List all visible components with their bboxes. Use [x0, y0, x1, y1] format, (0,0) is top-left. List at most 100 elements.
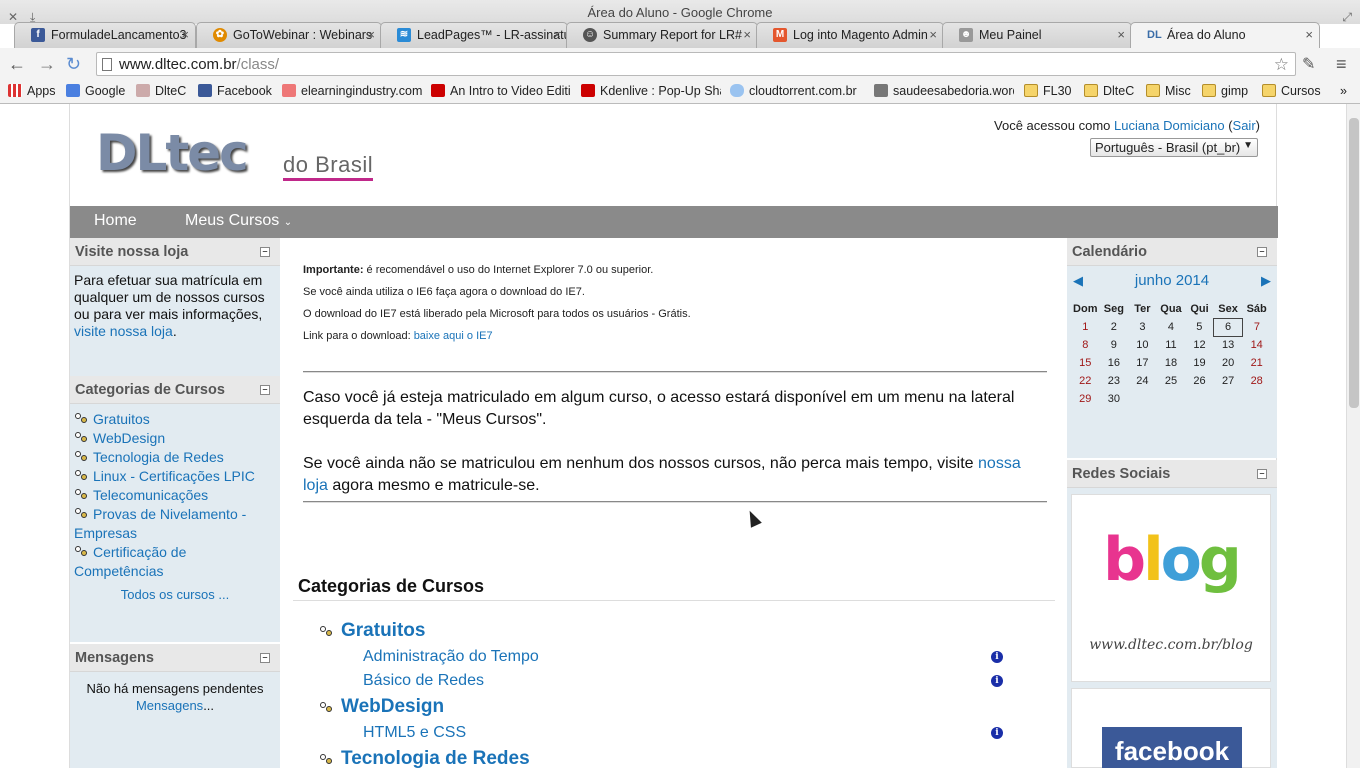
category-gratuitos[interactable]: Gratuitos	[320, 620, 425, 642]
close-tab-icon[interactable]: ×	[367, 27, 375, 42]
reload-icon[interactable]: ↻	[66, 54, 81, 75]
user-name-link[interactable]: Luciana Domiciano	[1114, 118, 1225, 133]
category-link[interactable]: Certificação de Competências	[74, 544, 186, 579]
collapse-icon[interactable]: –	[1257, 247, 1267, 257]
category-item-certificacao[interactable]: Certificação de Competências	[74, 543, 276, 581]
tab-area-do-aluno[interactable]: DL Área do Aluno ×	[1130, 22, 1320, 48]
category-icon	[74, 507, 88, 521]
category-item-provas[interactable]: Provas de Nivelamento - Empresas	[74, 505, 276, 543]
bookmark-folder-cursos[interactable]: Cursos	[1262, 84, 1321, 98]
calendar-day: 8	[1082, 339, 1089, 351]
category-name[interactable]: Gratuitos	[341, 620, 425, 641]
bookmark-saudeesabedoria[interactable]: saudeesabedoria.word	[874, 84, 1014, 98]
folder-icon	[1024, 84, 1038, 97]
site-logo[interactable]: DLtec	[96, 124, 249, 182]
bookmark-video-intro[interactable]: An Intro to Video Editi	[431, 84, 571, 98]
category-link[interactable]: Tecnologia de Redes	[93, 449, 224, 465]
course-info-icon[interactable]: i	[991, 651, 1003, 663]
all-courses-row: Todos os cursos ...	[74, 585, 276, 604]
bookmark-folder-misc[interactable]: Misc	[1146, 84, 1191, 98]
main-content: Importante: é recomendável o uso do Inte…	[291, 238, 1057, 768]
category-item-gratuitos[interactable]: Gratuitos	[74, 410, 276, 429]
close-tab-icon[interactable]: ×	[743, 27, 751, 42]
forward-icon[interactable]: →	[38, 54, 56, 75]
calendar-day: 2	[1110, 321, 1117, 333]
extension-icon[interactable]: ✎	[1302, 54, 1315, 74]
close-tab-icon[interactable]: ×	[181, 27, 189, 42]
collapse-icon[interactable]: –	[260, 653, 270, 663]
calendar-block: Calendário – ◀ junho 2014 ▶ Dom Seg Ter Qua Q…	[1067, 238, 1277, 458]
bookmark-google[interactable]: Google	[66, 84, 125, 98]
course-administracao-do-tempo[interactable]: Administração do Tempo	[363, 648, 539, 666]
category-name[interactable]: WebDesign	[341, 696, 444, 717]
category-icon	[319, 753, 333, 767]
course-info-icon[interactable]: i	[991, 727, 1003, 739]
calendar-title: Calendário	[1072, 244, 1147, 260]
calendar-day: 9	[1110, 339, 1117, 351]
ie7-download-link[interactable]: baixe aqui o IE7	[414, 330, 493, 342]
tab-magento[interactable]: M Log into Magento Admin ×	[756, 22, 944, 48]
categories-block: Categorias de Cursos – Gratuitos WebDesig…	[70, 376, 280, 642]
close-tab-icon[interactable]: ×	[1305, 27, 1313, 42]
language-select[interactable]: Português - Brasil (pt_br) ▼	[1090, 138, 1258, 157]
course-html5-css[interactable]: HTML5 e CSS	[363, 724, 466, 742]
next-month-icon[interactable]: ▶	[1261, 273, 1271, 289]
category-item-webdesign[interactable]: WebDesign	[74, 429, 276, 448]
address-bar[interactable]: www.dltec.com.br/class/ ☆	[96, 52, 1296, 76]
menu-icon[interactable]: ≡	[1336, 54, 1347, 75]
category-link[interactable]: Provas de Nivelamento - Empresas	[74, 506, 246, 541]
category-webdesign[interactable]: WebDesign	[320, 696, 444, 718]
logout-link[interactable]: Sair	[1233, 118, 1256, 133]
category-item-linux[interactable]: Linux - Certificações LPIC	[74, 467, 276, 486]
category-tecnologia-de-redes[interactable]: Tecnologia de Redes	[320, 748, 530, 768]
bookmark-folder-fl30[interactable]: FL30	[1024, 84, 1072, 98]
back-icon[interactable]: ←	[8, 54, 26, 75]
bookmark-folder-dltec[interactable]: DlteC	[1084, 84, 1134, 98]
tab-leadpages[interactable]: ≋ LeadPages™ - LR-assinatu ×	[380, 22, 568, 48]
page-icon	[874, 84, 888, 97]
category-link[interactable]: Gratuitos	[93, 411, 150, 427]
category-item-redes[interactable]: Tecnologia de Redes	[74, 448, 276, 467]
messages-link[interactable]: Mensagens	[136, 698, 203, 713]
category-link[interactable]: Linux - Certificações LPIC	[93, 468, 255, 484]
menu-home[interactable]: Home	[94, 212, 137, 230]
category-icon	[74, 469, 88, 483]
category-name[interactable]: Tecnologia de Redes	[341, 748, 530, 768]
vertical-scrollbar[interactable]	[1346, 104, 1360, 768]
bookmark-apps[interactable]: Apps	[8, 84, 56, 98]
tab-label: Área do Aluno	[1167, 28, 1246, 42]
collapse-icon[interactable]: –	[260, 247, 270, 257]
close-tab-icon[interactable]: ×	[929, 27, 937, 42]
calendar-day: 30	[1107, 393, 1120, 405]
blog-banner[interactable]: blog www.dltec.com.br/blog	[1071, 494, 1271, 682]
tab-gotowebinar[interactable]: ✿ GoToWebinar : Webinars ×	[196, 22, 382, 48]
close-tab-icon[interactable]: ×	[1117, 27, 1125, 42]
bookmark-facebook[interactable]: Facebook	[198, 84, 272, 98]
star-icon[interactable]: ☆	[1274, 53, 1289, 76]
tab-summary-report[interactable]: ☺ Summary Report for LR# ×	[566, 22, 758, 48]
tab-meu-painel[interactable]: ☻ Meu Painel ×	[942, 22, 1132, 48]
tab-formulade[interactable]: f FormuladeLancamento3 ×	[14, 22, 196, 48]
scrollbar-thumb[interactable]	[1349, 118, 1359, 408]
course-info-icon[interactable]: i	[991, 675, 1003, 687]
facebook-banner[interactable]: facebook	[1071, 688, 1271, 768]
calendar-day: 10	[1136, 339, 1149, 351]
all-courses-link[interactable]: Todos os cursos ...	[121, 587, 229, 602]
close-tab-icon[interactable]: ×	[553, 27, 561, 42]
calendar-month[interactable]: junho 2014	[1067, 272, 1277, 289]
category-link[interactable]: Telecomunicações	[93, 487, 208, 503]
collapse-icon[interactable]: –	[1257, 469, 1267, 479]
bookmark-folder-gimp[interactable]: gimp	[1202, 84, 1248, 98]
category-item-telecom[interactable]: Telecomunicações	[74, 486, 276, 505]
bookmark-elearning[interactable]: elearningindustry.com	[282, 84, 422, 98]
more-bookmarks-icon[interactable]: »	[1340, 84, 1347, 98]
bookmark-kdenlive[interactable]: Kdenlive : Pop-Up Sha	[581, 84, 721, 98]
visit-store-link[interactable]: visite nossa loja	[74, 323, 173, 339]
course-basico-de-redes[interactable]: Básico de Redes	[363, 672, 484, 690]
category-icon	[319, 701, 333, 715]
bookmark-dltec[interactable]: DlteC	[136, 84, 186, 98]
collapse-icon[interactable]: –	[260, 385, 270, 395]
menu-my-courses[interactable]: Meus Cursos ⌄	[185, 212, 292, 230]
bookmark-cloudtorrent[interactable]: cloudtorrent.com.br	[730, 84, 857, 98]
category-link[interactable]: WebDesign	[93, 430, 165, 446]
